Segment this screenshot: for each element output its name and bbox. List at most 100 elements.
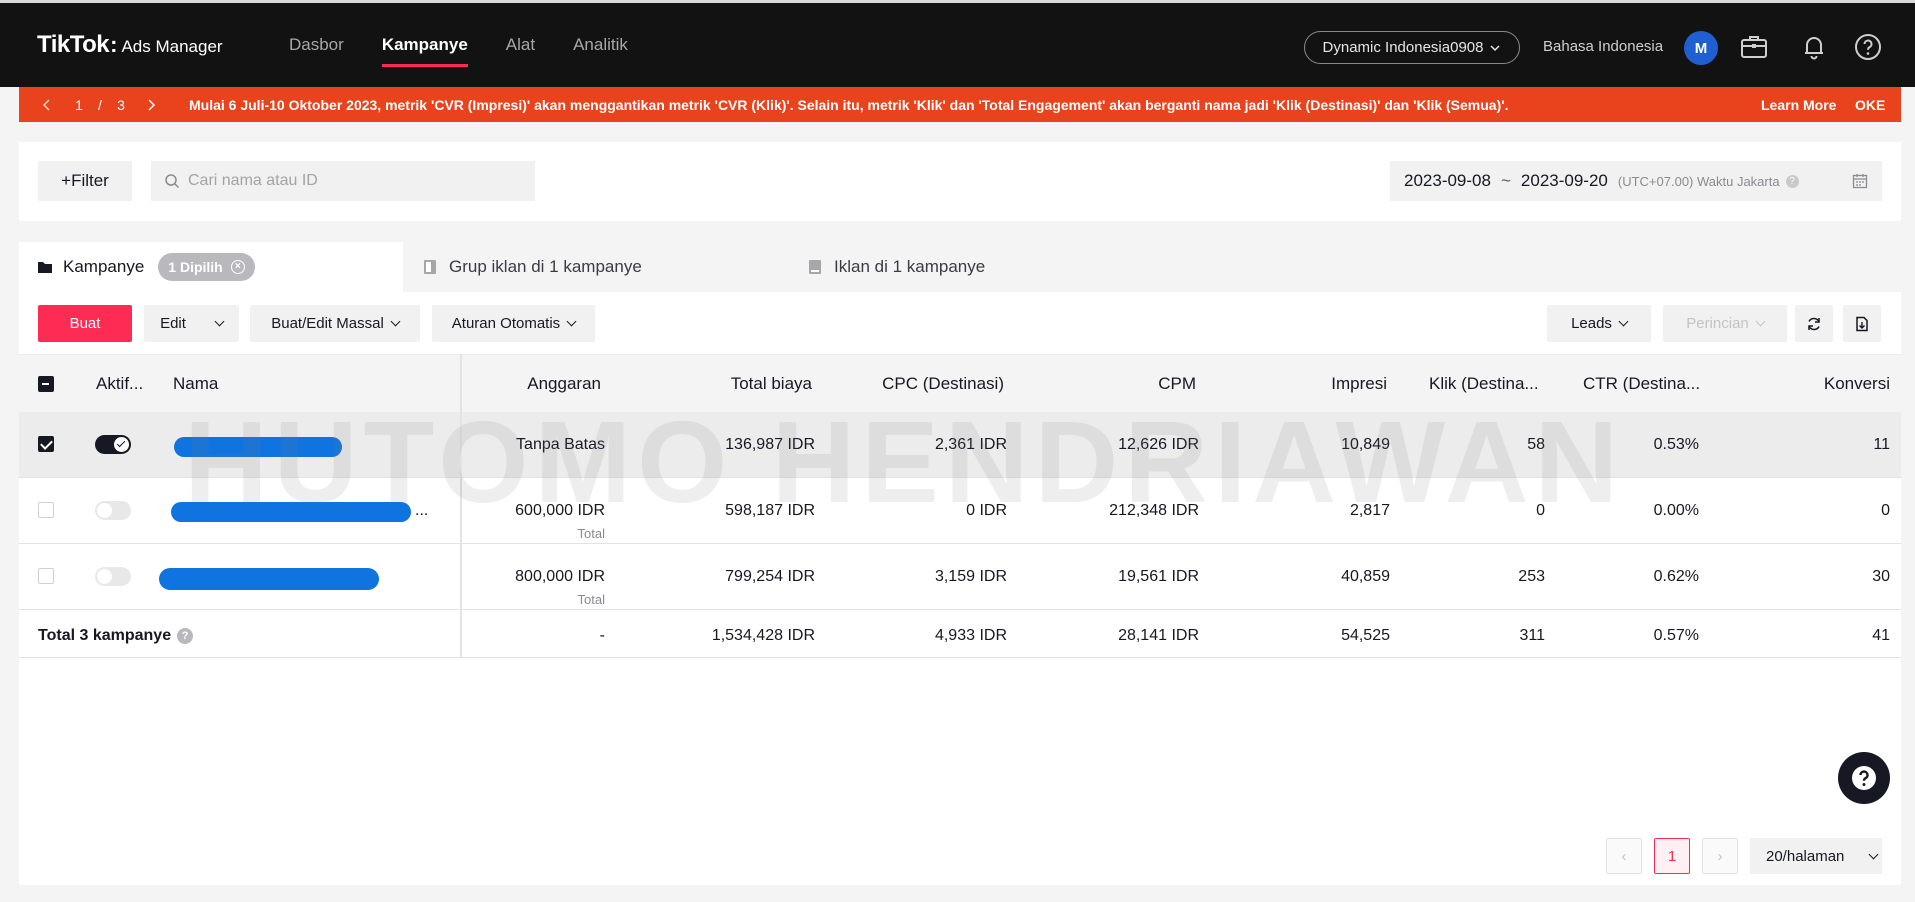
refresh-button[interactable] (1795, 305, 1833, 342)
cell-budget: Tanpa Batas (516, 436, 605, 453)
budget-value: 600,000 IDR (515, 502, 605, 519)
breakdown-button[interactable]: Perincian (1663, 305, 1787, 342)
col-clicks[interactable]: Klik (Destina... (1429, 355, 1539, 413)
nav-analitik[interactable]: Analitik (573, 3, 628, 87)
table-row[interactable]: ... 600,000 IDR Total 598,187 IDR 0 IDR 2… (19, 478, 1901, 544)
tab-ads[interactable]: Iklan di 1 kampanye (808, 242, 985, 292)
page-size-select[interactable]: 20/halaman (1750, 838, 1882, 874)
col-active[interactable]: Aktif... (96, 355, 143, 413)
tiktok-ads-manager-logo[interactable]: TikTok : Ads Manager (37, 31, 223, 59)
total-budget: - (599, 627, 605, 644)
status-toggle[interactable] (95, 567, 131, 586)
cell-impressions: 10,849 (1341, 436, 1390, 453)
budget-type: Total (577, 592, 605, 607)
logo-product: Ads Manager (121, 37, 223, 56)
create-button[interactable]: Buat (38, 305, 132, 342)
refresh-icon (1808, 317, 1820, 330)
chevron-left-icon[interactable] (41, 98, 53, 112)
row-checkbox[interactable] (38, 502, 54, 518)
col-impressions[interactable]: Impresi (1219, 355, 1387, 413)
col-name[interactable]: Nama (173, 355, 218, 413)
col-cpm[interactable]: CPM (1019, 355, 1196, 413)
top-navigation: TikTok : Ads Manager Dasbor Kampanye Ala… (0, 0, 1915, 87)
bulk-edit-button[interactable]: Buat/Edit Massal (250, 305, 420, 342)
date-start: 2023-09-08 (1404, 171, 1491, 190)
leads-button[interactable]: Leads (1547, 305, 1651, 342)
help-icon[interactable]: ? (177, 628, 194, 644)
selected-chip[interactable]: 1 Dipilih × (158, 253, 255, 281)
account-name: Dynamic Indonesia0908 (1322, 39, 1484, 56)
total-impressions: 54,525 (1341, 627, 1390, 644)
banner-page-current: 1 (75, 96, 83, 113)
col-total-cost[interactable]: Total biaya (619, 355, 812, 413)
table-row[interactable]: 800,000 IDR Total 799,254 IDR 3,159 IDR 1… (19, 544, 1901, 610)
total-conversions: 41 (1872, 627, 1890, 644)
avatar[interactable]: M (1684, 31, 1718, 65)
date-range-picker[interactable]: 2023-09-08 ~ 2023-09-20 (UTC+07.00) Wakt… (1390, 161, 1882, 201)
level-tabs: Kampanye 1 Dipilih × Grup iklan di 1 kam… (19, 242, 1901, 292)
total-cost: 1,534,428 IDR (711, 627, 815, 644)
timezone-info-icon[interactable]: ? (1785, 174, 1799, 188)
edit-button[interactable]: Edit (144, 305, 239, 342)
cell-cost: 598,187 IDR (725, 502, 815, 519)
cell-clicks: 0 (1536, 502, 1545, 519)
selected-chip-label: 1 Dipilih (168, 259, 223, 275)
cell-clicks: 58 (1527, 436, 1545, 453)
help-float-button[interactable] (1838, 752, 1890, 804)
prev-page-button[interactable]: ‹ (1606, 838, 1642, 874)
total-clicks: 311 (1519, 627, 1545, 644)
language-selector[interactable]: Bahasa Indonesia (1543, 38, 1663, 55)
nav-kampanye[interactable]: Kampanye (381, 3, 468, 87)
date-separator: ~ (1500, 171, 1511, 190)
col-conversions[interactable]: Konversi (1719, 355, 1890, 413)
tab-ads-label: Iklan di 1 kampanye (834, 257, 986, 276)
cell-cost: 799,254 IDR (725, 568, 815, 585)
page-1-button[interactable]: 1 (1654, 838, 1690, 874)
col-budget[interactable]: Anggaran (479, 355, 601, 413)
calendar-icon (1852, 174, 1868, 189)
export-button[interactable] (1843, 305, 1881, 342)
total-cpm: 28,141 IDR (1118, 627, 1199, 644)
filter-bar: +Filter 2023-09-08 ~ 2023-09-20 (UTC+07.… (19, 142, 1901, 221)
status-toggle[interactable] (95, 501, 131, 520)
nav-dasbor[interactable]: Dasbor (289, 3, 344, 87)
auto-rules-button[interactable]: Aturan Otomatis (432, 305, 595, 342)
nav-alat[interactable]: Alat (506, 3, 535, 87)
redacted-name (159, 568, 379, 590)
row-checkbox[interactable] (38, 568, 54, 584)
table-row[interactable]: Tanpa Batas 136,987 IDR 2,361 IDR 12,626… (19, 412, 1901, 478)
frozen-column-divider (460, 354, 462, 658)
chevron-down-icon (1868, 849, 1879, 859)
briefcase-icon[interactable] (1739, 32, 1769, 62)
banner-message: Mulai 6 Juli-10 Oktober 2023, metrik 'CV… (189, 96, 1509, 113)
table-header: Aktif... Nama Anggaran Total biaya CPC (… (19, 354, 1901, 412)
cell-ctr: 0.00% (1653, 502, 1699, 519)
search-input[interactable] (151, 161, 535, 201)
row-checkbox[interactable] (38, 436, 54, 452)
chevron-right-icon[interactable] (145, 98, 157, 112)
cell-cost: 136,987 IDR (725, 436, 815, 453)
cell-ctr: 0.53% (1653, 436, 1699, 453)
filter-button[interactable]: +Filter (38, 161, 132, 201)
close-icon[interactable]: × (230, 260, 245, 274)
col-ctr[interactable]: CTR (Destina... (1583, 355, 1700, 413)
cell-impressions: 2,817 (1349, 502, 1390, 519)
name-ellipsis: ... (415, 502, 429, 519)
bell-icon[interactable] (1799, 32, 1829, 62)
total-ctr: 0.57% (1653, 627, 1699, 644)
select-all-checkbox[interactable] (38, 376, 54, 392)
status-toggle[interactable] (95, 435, 131, 454)
auto-rules-label: Aturan Otomatis (451, 315, 561, 332)
account-switcher[interactable]: Dynamic Indonesia0908 (1304, 31, 1520, 64)
learn-more-link[interactable]: Learn More (1761, 97, 1836, 113)
col-cpc[interactable]: CPC (Destinasi) (819, 355, 1004, 413)
banner-ok-button[interactable]: OKE (1855, 97, 1885, 113)
next-page-button[interactable]: › (1702, 838, 1738, 874)
edit-label: Edit (160, 315, 186, 332)
tab-campaigns[interactable]: Kampanye 1 Dipilih × (19, 242, 403, 292)
cell-cpc: 0 IDR (966, 502, 1007, 519)
cell-budget: 600,000 IDR Total (479, 502, 605, 541)
tab-adgroups[interactable]: Grup iklan di 1 kampanye (423, 242, 642, 292)
help-circle-icon[interactable] (1853, 32, 1883, 62)
leads-label: Leads (1571, 315, 1612, 332)
